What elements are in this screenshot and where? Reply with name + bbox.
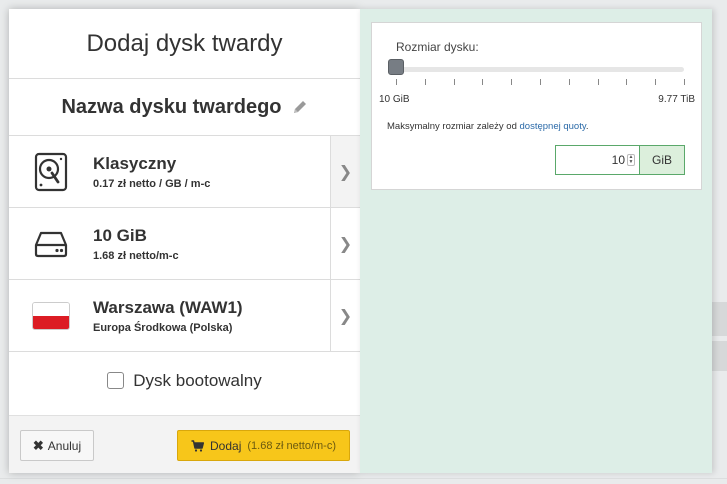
- option-title: Warszawa (WAW1): [93, 297, 243, 317]
- cancel-button[interactable]: ✖ Anuluj: [20, 430, 94, 461]
- chevron-right-icon[interactable]: ❯: [330, 136, 360, 207]
- size-label: Rozmiar dysku:: [396, 40, 479, 54]
- max-size-note: Maksymalny rozmiar zależy od dostępnej q…: [387, 121, 589, 132]
- slider-max-label: 9.77 TiB: [658, 94, 695, 105]
- slider-tick: [598, 79, 599, 85]
- slider-tick: [454, 79, 455, 85]
- slider-tick: [655, 79, 656, 85]
- close-icon: ✖: [32, 437, 44, 453]
- add-button-price: (1.68 zł netto/m-c): [247, 439, 336, 452]
- cancel-button-label: Anuluj: [47, 438, 82, 453]
- add-disk-dialog: Dodaj dysk twardy Nazwa dysku twardego K…: [9, 9, 360, 473]
- dialog-pointer: [9, 238, 18, 258]
- drive-icon: [34, 231, 68, 257]
- background-block: [712, 341, 727, 371]
- size-slider-thumb[interactable]: [388, 59, 404, 75]
- add-button[interactable]: Dodaj (1.68 zł netto/m-c): [177, 430, 350, 461]
- bootable-label: Dysk bootowalny: [133, 370, 262, 390]
- slider-tick: [511, 79, 512, 85]
- background-divider: [0, 478, 727, 479]
- size-side-panel: Rozmiar dysku: 10 GiB 9.77 TiB Maksymaln…: [360, 9, 712, 473]
- bootable-row[interactable]: Dysk bootowalny: [9, 352, 360, 409]
- hard-disk-icon: [34, 152, 68, 191]
- poland-flag-icon: [32, 301, 70, 330]
- disk-name-row[interactable]: Nazwa dysku twardego: [9, 79, 360, 136]
- slider-tick: [425, 79, 426, 85]
- option-title: 10 GiB: [93, 225, 147, 245]
- option-subtitle: 1.68 zł netto/m-c: [93, 249, 179, 262]
- size-slider-track[interactable]: [396, 67, 684, 72]
- slider-tick: [482, 79, 483, 85]
- disk-name-label: Nazwa dysku twardego: [61, 95, 282, 118]
- stepper-icon[interactable]: ▲ ▼: [627, 154, 635, 166]
- option-title: Klasyczny: [93, 153, 177, 173]
- chevron-right-icon[interactable]: ❯: [330, 208, 360, 279]
- bootable-checkbox[interactable]: [107, 372, 125, 389]
- option-location[interactable]: Warszawa (WAW1) Europa Środkowa (Polska)…: [9, 280, 360, 352]
- pencil-icon[interactable]: [292, 99, 308, 115]
- dialog-title: Dodaj dysk twardy: [9, 9, 360, 79]
- quota-link[interactable]: dostępnej quoty: [520, 121, 586, 132]
- add-button-label: Dodaj: [210, 438, 242, 453]
- size-card: Rozmiar dysku: 10 GiB 9.77 TiB Maksymaln…: [371, 22, 702, 190]
- slider-tick: [396, 79, 397, 85]
- cart-icon: [191, 439, 204, 452]
- option-disk-size[interactable]: 10 GiB 1.68 zł netto/m-c ❯: [9, 208, 360, 280]
- chevron-right-icon[interactable]: ❯: [330, 280, 360, 351]
- slider-tick: [569, 79, 570, 85]
- slider-tick: [684, 79, 685, 85]
- slider-tick: [540, 79, 541, 85]
- option-disk-type[interactable]: Klasyczny 0.17 zł netto / GB / m-c ❯: [9, 136, 360, 208]
- max-size-note-text: Maksymalny rozmiar zależy od: [387, 121, 517, 132]
- max-size-note-suffix: .: [585, 121, 589, 132]
- dialog-footer: ✖ Anuluj Dodaj (1.68 zł netto/m-c): [9, 415, 360, 473]
- size-input[interactable]: 10 ▲ ▼: [555, 145, 639, 175]
- option-subtitle: Europa Środkowa (Polska): [93, 321, 233, 334]
- slider-tick: [626, 79, 627, 85]
- size-input-value: 10: [611, 153, 625, 167]
- size-unit: GiB: [639, 145, 685, 175]
- option-subtitle: 0.17 zł netto / GB / m-c: [93, 177, 211, 190]
- slider-min-label: 10 GiB: [379, 94, 410, 105]
- background-block: [712, 302, 727, 336]
